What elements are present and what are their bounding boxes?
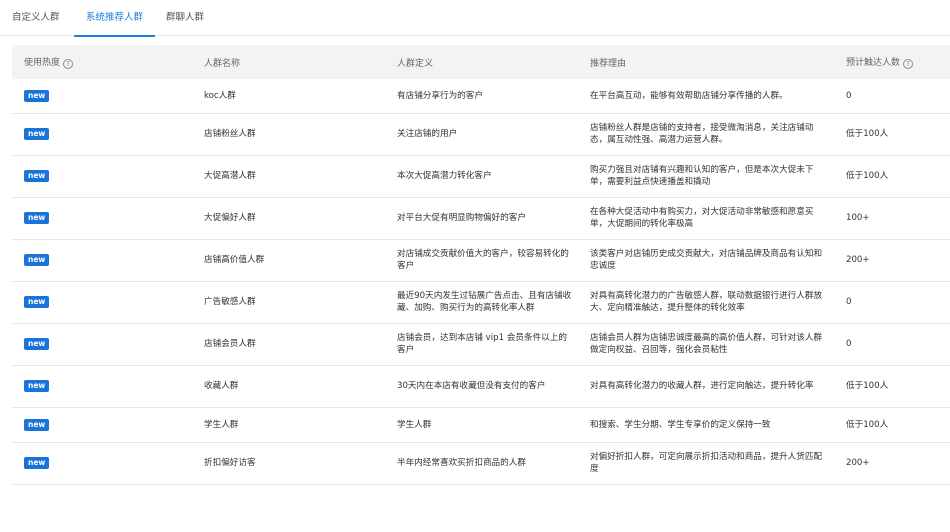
audience-definition: 学生人群	[397, 419, 432, 430]
table-row[interactable]: new 店铺粉丝人群 关注店铺的用户 店铺粉丝人群是店铺的支持者，接受微淘消息，…	[12, 113, 950, 155]
audience-reach: 低于100人	[846, 419, 889, 430]
audience-definition: 半年内经常喜欢买折扣商品的人群	[397, 458, 526, 468]
audience-definition: 本次大促高潜力转化客户	[397, 171, 492, 181]
tab-group-chat-audience[interactable]: 群聊人群	[166, 0, 204, 36]
audience-reason: 对具有高转化潜力的收藏人群，进行定向触达，提升转化率	[590, 381, 814, 391]
audience-name: 广告敏感人群	[204, 297, 256, 307]
table-row[interactable]: new 广告敏感人群 最近90天内发生过钻展广告点击、且有店铺收藏、加购、购买行…	[12, 281, 950, 323]
audience-reason: 该类客户对店铺历史成交贡献大，对店铺品牌及商品有认知和忠诚度	[590, 249, 823, 271]
audience-reason: 在平台高互动，能够有效帮助店铺分享传播的人群。	[590, 90, 788, 101]
new-badge: new	[24, 254, 50, 266]
table-row[interactable]: new 大促高潜人群 本次大促高潜力转化客户 购买力强且对店铺有兴趣和认知的客户…	[12, 155, 950, 197]
audience-reach: 200+	[846, 255, 870, 265]
audience-reach: 低于100人	[846, 171, 889, 181]
audience-name: 店铺高价值人群	[204, 255, 265, 265]
audience-reach: 0	[846, 297, 852, 307]
audience-reach: 100+	[846, 213, 870, 223]
audience-reason: 店铺会员人群为店铺忠诚度最高的高价值人群，可针对该人群做定向权益、召回等，强化会…	[590, 333, 823, 355]
audience-reason: 购买力强且对店铺有兴趣和认知的客户，但是本次大促未下单，需要利益点快速播盖和撬动	[590, 165, 814, 187]
audience-name: 学生人群	[204, 419, 239, 430]
audience-table: 使用热度? 人群名称 人群定义 推荐理由 预计触达人数? new koc人群 有…	[12, 45, 950, 485]
audience-reach: 200+	[846, 458, 870, 468]
header-reason: 推荐理由	[590, 58, 627, 69]
audience-definition: 最近90天内发生过钻展广告点击、且有店铺收藏、加购、购买行为的高转化率人群	[397, 291, 572, 313]
audience-name: 店铺粉丝人群	[204, 129, 256, 139]
audience-name: 大促偏好人群	[204, 213, 256, 223]
table-row[interactable]: new koc人群 有店铺分享行为的客户 在平台高互动，能够有效帮助店铺分享传播…	[12, 79, 950, 113]
new-badge: new	[24, 89, 50, 102]
audience-name: 收藏人群	[204, 381, 239, 391]
audience-definition: 对平台大促有明显购物偏好的客户	[397, 213, 526, 223]
audience-reach: 0	[846, 90, 852, 101]
audience-reason: 在各种大促活动中有购买力，对大促活动非常敏感和愿意买单，大促期间的转化率极高	[590, 207, 814, 229]
audience-reason: 店铺粉丝人群是店铺的支持者，接受微淘消息，关注店铺动态，属互动性强、高潜力运营人…	[590, 123, 814, 145]
audience-reason: 和搜索、学生分期、学生专享价的定义保持一致	[590, 419, 771, 430]
audience-reason: 对具有高转化潜力的广告敏感人群，联动数据银行进行人群放大、定向精准触达，提升整体…	[590, 291, 823, 313]
tab-bar: 自定义人群 系统推荐人群 群聊人群	[0, 0, 950, 37]
header-usage: 使用热度?	[12, 45, 204, 79]
audience-reach: 低于100人	[846, 381, 889, 391]
table-header-row: 使用热度? 人群名称 人群定义 推荐理由 预计触达人数?	[12, 45, 950, 79]
header-reach: 预计触达人数?	[846, 45, 950, 79]
new-badge: new	[24, 418, 50, 431]
question-circle-icon[interactable]: ?	[63, 59, 74, 69]
new-badge: new	[24, 338, 50, 350]
new-badge: new	[24, 296, 50, 308]
audience-definition: 对店铺成交贡献价值大的客户，较容易转化的客户	[397, 249, 569, 271]
audience-name: 大促高潜人群	[204, 171, 256, 181]
header-name: 人群名称	[204, 58, 241, 69]
audience-name: 店铺会员人群	[204, 339, 256, 349]
audience-definition: 30天内在本店有收藏但没有支付的客户	[397, 381, 546, 391]
audience-definition: 关注店铺的用户	[397, 129, 458, 139]
tab-custom-audience[interactable]: 自定义人群	[12, 0, 60, 36]
table-row[interactable]: new 大促偏好人群 对平台大促有明显购物偏好的客户 在各种大促活动中有购买力，…	[12, 197, 950, 239]
audience-name: 折扣偏好访客	[204, 458, 256, 468]
table-row[interactable]: new 店铺高价值人群 对店铺成交贡献价值大的客户，较容易转化的客户 该类客户对…	[12, 239, 950, 281]
audience-reach: 低于100人	[846, 129, 889, 139]
new-badge: new	[24, 170, 50, 182]
question-circle-icon[interactable]: ?	[903, 59, 914, 69]
audience-table-container: 使用热度? 人群名称 人群定义 推荐理由 预计触达人数? new koc人群 有…	[12, 45, 950, 485]
new-badge: new	[24, 212, 50, 224]
table-row[interactable]: new 收藏人群 30天内在本店有收藏但没有支付的客户 对具有高转化潜力的收藏人…	[12, 365, 950, 407]
audience-reason: 对偏好折扣人群，可定向展示折扣活动和商品，提升人货匹配度	[590, 452, 823, 474]
header-definition: 人群定义	[397, 58, 434, 69]
audience-definition: 有店铺分享行为的客户	[397, 90, 483, 101]
table-row[interactable]: new 折扣偏好访客 半年内经常喜欢买折扣商品的人群 对偏好折扣人群，可定向展示…	[12, 442, 950, 484]
table-row[interactable]: new 店铺会员人群 店铺会员，达到本店铺 vip1 会员条件以上的客户 店铺会…	[12, 323, 950, 365]
new-badge: new	[24, 380, 50, 392]
audience-reach: 0	[846, 339, 852, 349]
table-row[interactable]: new 学生人群 学生人群 和搜索、学生分期、学生专享价的定义保持一致 低于10…	[12, 407, 950, 442]
new-badge: new	[24, 128, 50, 140]
tab-system-recommended[interactable]: 系统推荐人群	[73, 0, 156, 37]
new-badge: new	[24, 457, 50, 469]
audience-name: koc人群	[204, 90, 236, 101]
audience-definition: 店铺会员，达到本店铺 vip1 会员条件以上的客户	[397, 333, 567, 355]
